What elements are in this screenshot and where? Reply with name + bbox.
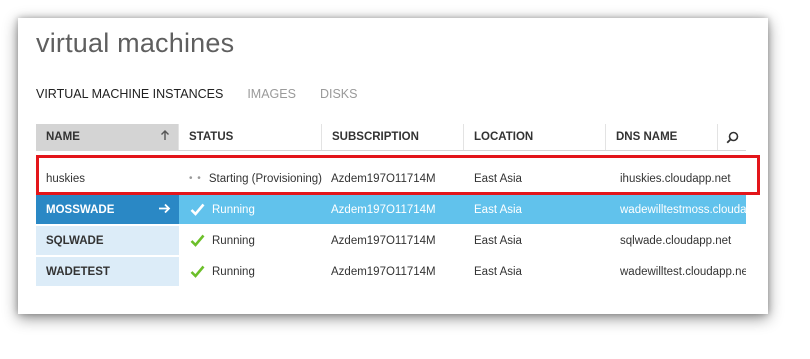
vm-location: East Asia	[474, 234, 522, 247]
vm-dns-name: ihuskies.cloudapp.net	[620, 172, 731, 185]
column-header-location[interactable]: LOCATION	[464, 124, 606, 150]
table-header: NAME STATUS SUBSCRIPTION LOCATION DNS NA…	[36, 124, 746, 151]
vm-location: East Asia	[474, 203, 522, 216]
vm-subscription: Azdem197O11714M	[331, 203, 436, 216]
vm-status: Running	[179, 195, 322, 224]
checkmark-icon	[189, 234, 205, 247]
vm-location: East Asia	[474, 172, 522, 185]
vm-dns-name: wadewilltest.cloudapp.net	[620, 265, 746, 278]
checkmark-icon	[189, 203, 205, 216]
arrow-right-icon[interactable]	[158, 203, 171, 217]
column-header-name-label: NAME	[46, 131, 80, 143]
column-header-location-label: LOCATION	[474, 131, 534, 143]
page-title: virtual machines	[36, 28, 235, 58]
progress-dots-icon: • •	[189, 173, 202, 184]
tab-images[interactable]: IMAGES	[247, 87, 296, 101]
tab-virtual-machine-instances[interactable]: VIRTUAL MACHINE INSTANCES	[36, 87, 223, 101]
vm-name[interactable]: WADETEST	[36, 257, 179, 286]
column-header-status[interactable]: STATUS	[179, 124, 322, 150]
vm-name[interactable]: MOSSWADE	[36, 195, 179, 224]
tab-bar: VIRTUAL MACHINE INSTANCES IMAGES DISKS	[36, 87, 357, 101]
search-icon[interactable]	[718, 124, 746, 150]
vm-status-label: Running	[212, 265, 255, 278]
vm-dns-name: wadewilltestmoss.cloudapp	[620, 203, 746, 216]
vm-subscription: Azdem197O11714M	[331, 172, 436, 185]
vm-status: Running	[179, 226, 322, 255]
vm-name-label: MOSSWADE	[46, 203, 115, 216]
sort-ascending-icon[interactable]	[160, 130, 170, 144]
vm-status-label: Running	[212, 234, 255, 247]
column-header-name[interactable]: NAME	[36, 124, 179, 150]
vm-status: Running	[179, 257, 322, 286]
vm-dns-name: sqlwade.cloudapp.net	[620, 234, 732, 247]
vm-status-label: Running	[212, 203, 255, 216]
column-header-subscription-label: SUBSCRIPTION	[332, 131, 419, 143]
column-header-dns-name[interactable]: DNS NAME	[606, 124, 718, 150]
table-row[interactable]: SQLWADE Running Azdem197O11714M East Asi…	[36, 226, 746, 255]
tab-disks[interactable]: DISKS	[320, 87, 358, 101]
vm-status: • • Starting (Provisioning)	[179, 164, 322, 193]
column-header-status-label: STATUS	[189, 131, 234, 143]
column-header-dns-name-label: DNS NAME	[616, 131, 678, 143]
table-row[interactable]: huskies • • Starting (Provisioning) Azde…	[36, 164, 746, 193]
vm-name[interactable]: huskies	[36, 164, 179, 193]
vm-location: East Asia	[474, 265, 522, 278]
column-header-subscription[interactable]: SUBSCRIPTION	[322, 124, 464, 150]
vm-name[interactable]: SQLWADE	[36, 226, 179, 255]
vm-status-label: Starting (Provisioning)	[208, 172, 322, 185]
checkmark-icon	[189, 265, 205, 278]
table-row[interactable]: WADETEST Running Azdem197O11714M East As…	[36, 257, 746, 286]
vm-subscription: Azdem197O11714M	[331, 265, 436, 278]
vm-subscription: Azdem197O11714M	[331, 234, 436, 247]
table-row[interactable]: MOSSWADE Running Azdem197O11714M East As…	[36, 195, 746, 224]
